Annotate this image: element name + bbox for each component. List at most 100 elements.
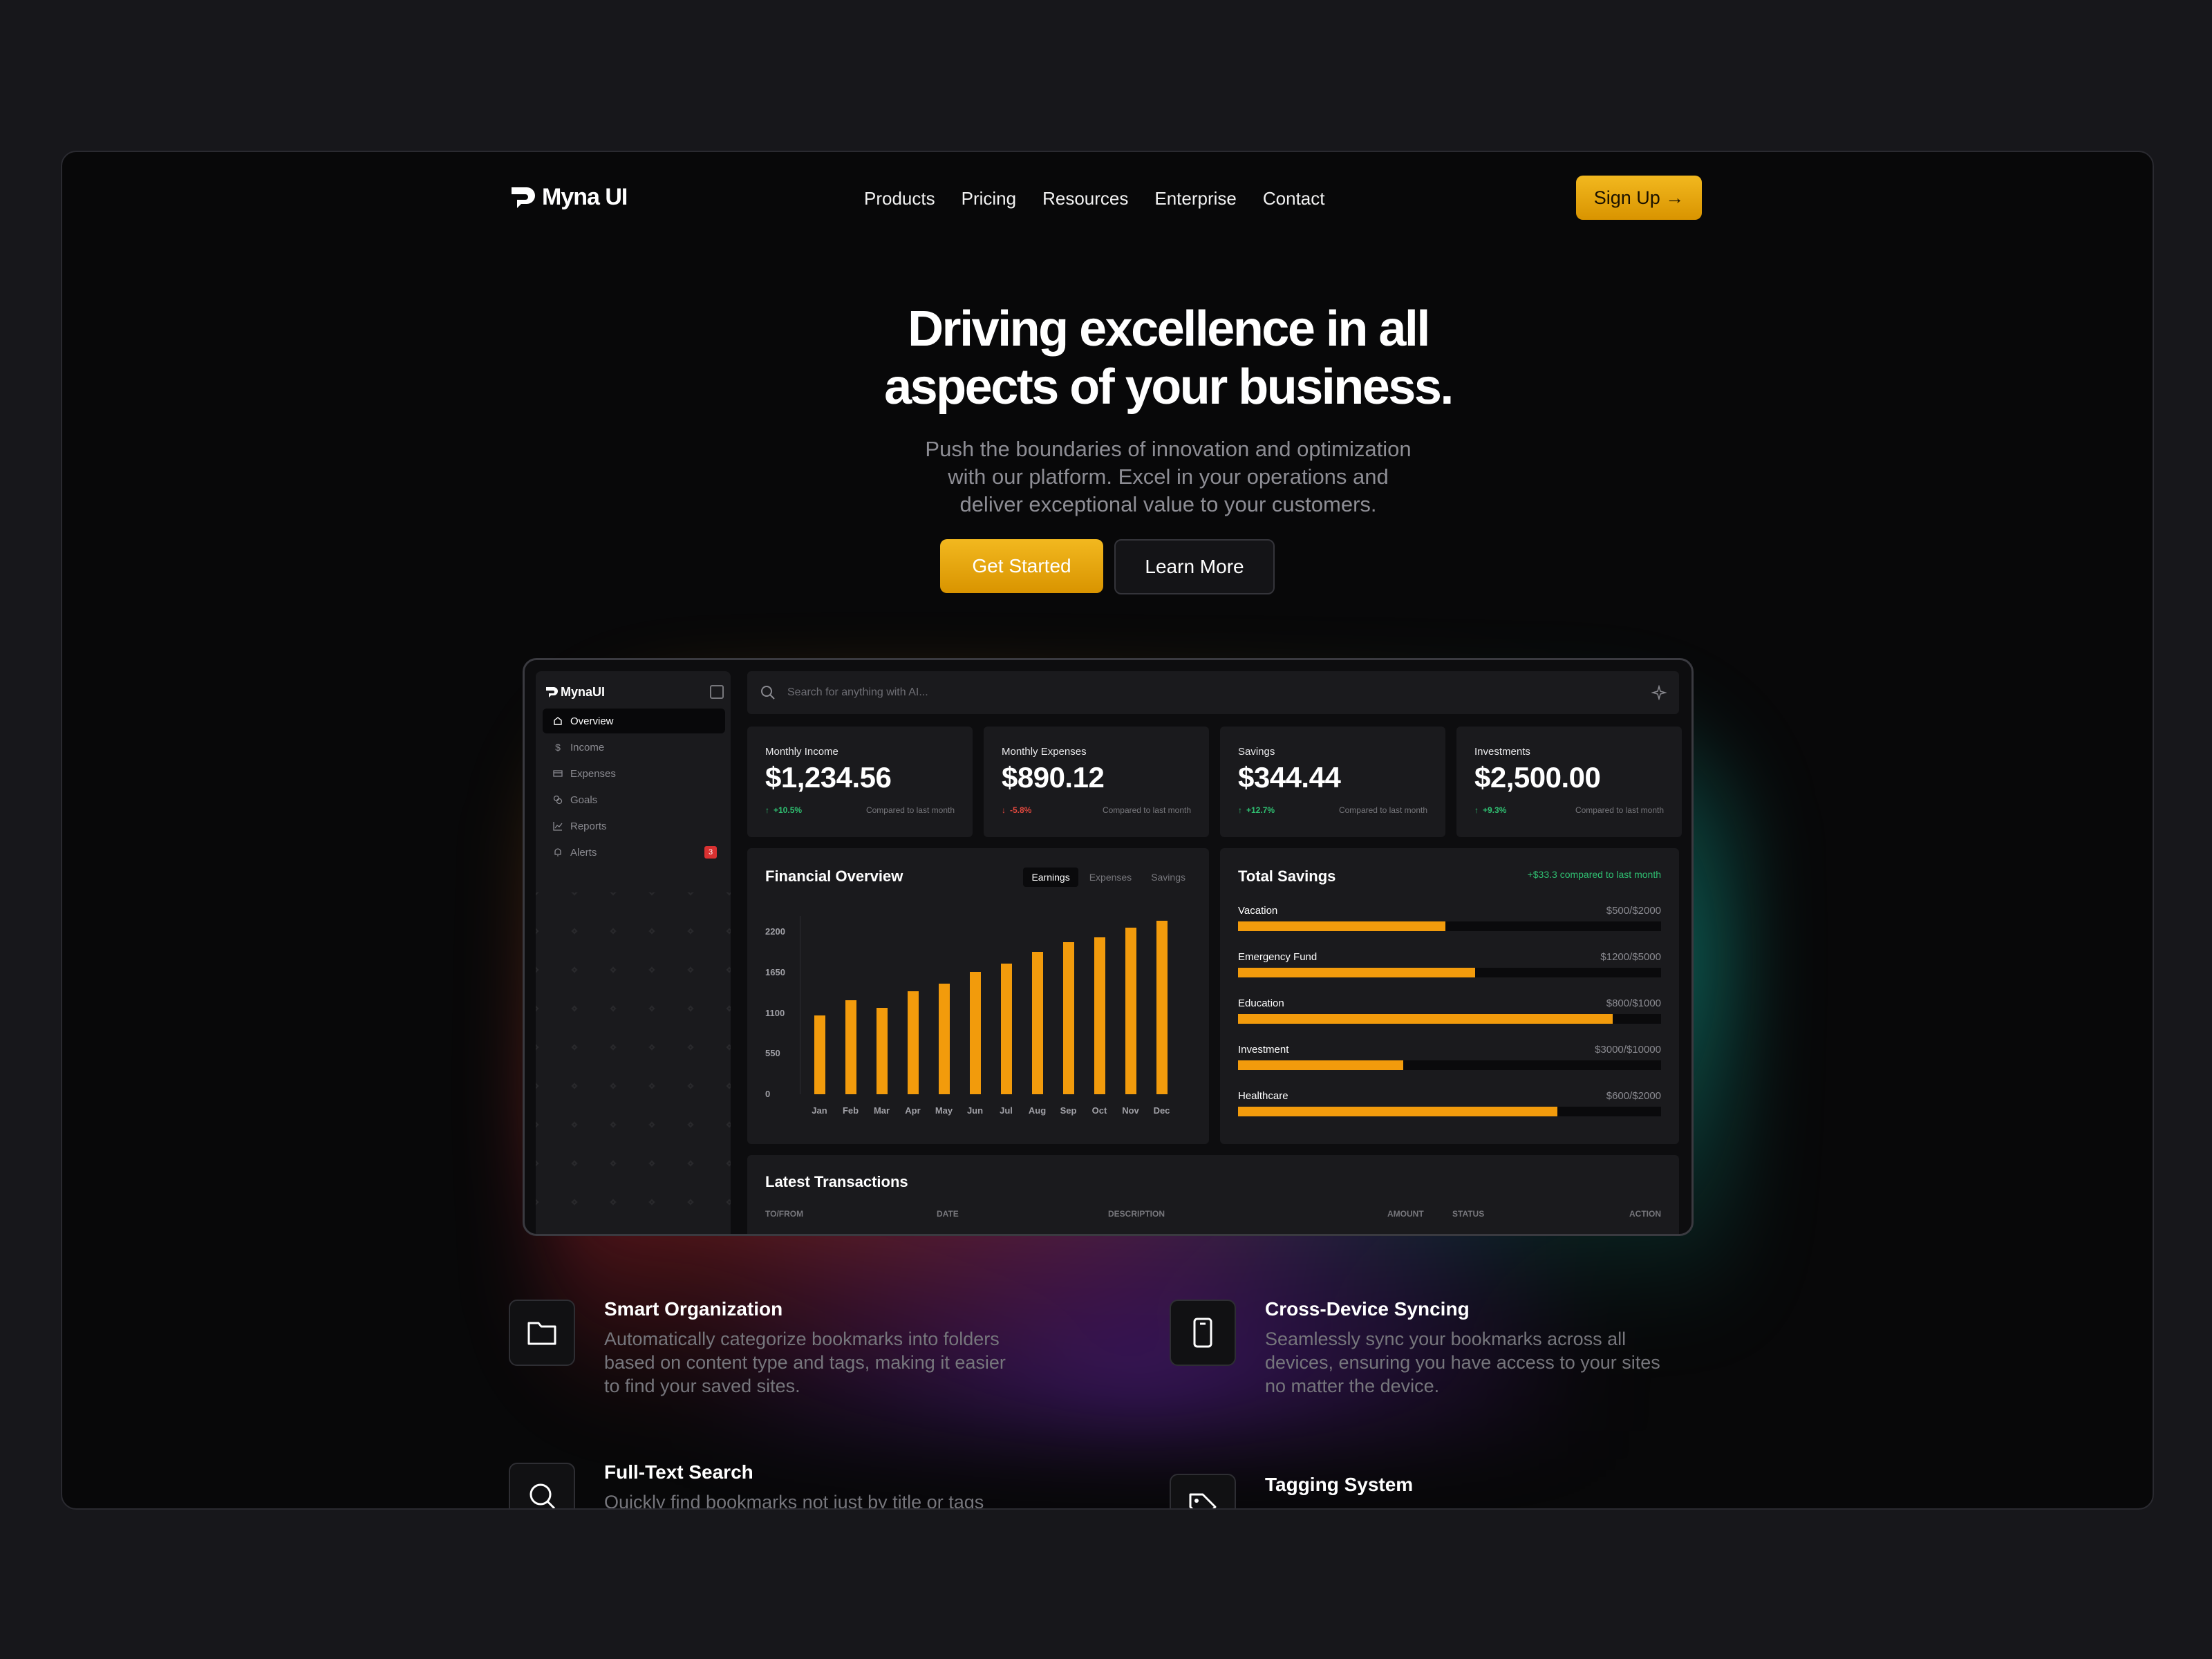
sidebar-item-label: Income [570,741,605,753]
hero-subtitle-line: with our platform. Excel in your operati… [948,465,1389,489]
savings-progress-fill [1238,968,1475,977]
stat-compare: Compared to last month [1338,805,1427,815]
stat-value: $2,500.00 [1474,761,1601,794]
bar-jul[interactable] [1000,964,1012,1094]
bar-sep[interactable] [1062,942,1074,1094]
hero-title-line: Driving excellence in all [908,301,1430,357]
savings-goal-amount: $600/$2000 [1606,1090,1661,1102]
sidebar-item-reports[interactable]: Reports [543,814,725,838]
y-tick-label: 2200 [765,926,785,937]
feature-title: Full-Text Search [604,1461,753,1483]
stat-compare: Compared to last month [1102,805,1191,815]
savings-progress-fill [1238,1060,1403,1070]
arrow-up-icon: ↑ [765,805,769,815]
bar-jan[interactable] [814,1015,825,1094]
stat-label: Savings [1238,746,1275,758]
ai-search-bar[interactable]: Search for anything with AI... [747,671,1679,714]
nav-contact[interactable]: Contact [1263,188,1325,209]
financial-overview-panel: Financial Overview Earnings Expenses Sav… [747,848,1209,1144]
stat-card-monthly-expenses: Monthly Expenses $890.12 ↓ -5.8% Compared… [984,727,1209,837]
phone-icon [1170,1300,1236,1366]
main-nav: Products Pricing Resources Enterprise Co… [864,188,1324,209]
stat-label: Monthly Expenses [1002,746,1087,758]
sidebar-item-overview[interactable]: Overview [543,709,725,733]
savings-goal-amount: $500/$2000 [1606,905,1661,917]
sidebar-item-goals[interactable]: Goals [543,787,725,812]
bar-dec[interactable] [1156,921,1168,1094]
nav-pricing[interactable]: Pricing [962,188,1016,209]
sidebar-item-expenses[interactable]: Expenses [543,761,725,786]
x-tick-label: Sep [1060,1105,1077,1116]
x-tick-label: Jan [812,1105,827,1116]
dashboard-brand-name: MynaUI [561,685,606,699]
dashboard-logo[interactable]: MynaUI [545,685,605,700]
bar-may[interactable] [938,984,950,1094]
card-icon [552,768,563,779]
tab-expenses[interactable]: Expenses [1081,868,1140,887]
sidebar-item-label: Overview [570,715,614,727]
stat-change: ↑ +9.3% [1474,805,1506,815]
bar-nov[interactable] [1125,928,1136,1094]
feature-description-line: based on content type and tags, making i… [604,1352,1006,1373]
sidebar-pattern [536,892,731,1234]
column-header-description: DESCRIPTION [1108,1209,1165,1219]
sidebar-item-label: Goals [570,794,598,806]
sidebar-toggle-icon[interactable] [710,685,724,699]
feature-description: Automatically categorize bookmarks into … [604,1327,1053,1398]
stat-label: Monthly Income [765,746,838,758]
stat-label: Investments [1474,746,1530,758]
search-icon [761,686,775,700]
tab-earnings[interactable]: Earnings [1023,868,1078,887]
brand-logo[interactable]: Myna UI [510,184,628,211]
bar-oct[interactable] [1094,937,1105,1094]
sparkle-icon[interactable] [1651,685,1667,700]
sidebar-item-label: Reports [570,820,607,832]
goal-icon [552,794,563,805]
sidebar-item-alerts[interactable]: Alerts 3 [543,840,725,865]
savings-progress-track [1238,1060,1661,1070]
stat-change-value: +10.5% [774,805,803,815]
x-tick-label: Jun [966,1105,984,1116]
nav-resources[interactable]: Resources [1042,188,1128,209]
alerts-count-badge: 3 [704,846,717,859]
latest-transactions-title: Latest Transactions [765,1173,908,1190]
learn-more-button[interactable]: Learn More [1114,539,1275,594]
sign-up-button[interactable]: Sign Up → [1576,176,1702,220]
dollar-icon: $ [555,742,561,753]
nav-enterprise[interactable]: Enterprise [1154,188,1237,209]
savings-progress-track [1238,1014,1661,1024]
x-tick-label: Aug [1028,1105,1047,1116]
savings-goal-row: Healthcare $600/$2000 [1238,1090,1661,1102]
feature-description-line: no matter the device. [1265,1376,1440,1396]
y-tick-label: 1100 [765,1007,785,1018]
get-started-button[interactable]: Get Started [940,539,1103,593]
bar-apr[interactable] [907,991,919,1094]
x-tick-label: Feb [842,1105,859,1116]
bell-icon [552,847,563,858]
bar-jun[interactable] [969,972,981,1094]
feature-description-line: Quickly find bookmarks not just by title… [604,1492,984,1510]
savings-goal-amount: $1200/$5000 [1600,951,1661,963]
sidebar-item-label: Expenses [570,767,616,780]
x-tick-label: Jul [1000,1105,1013,1116]
feature-description-line: devices, ensuring you have access to you… [1265,1352,1660,1373]
landing-page-frame: Myna UI Products Pricing Resources Enter… [61,151,2154,1510]
bar-feb[interactable] [845,1000,856,1094]
stat-compare: Compared to last month [865,805,955,815]
sidebar-item-income[interactable]: $ Income [543,735,725,760]
stat-value: $1,234.56 [765,761,892,794]
stat-value: $344.44 [1238,761,1341,794]
bar-aug[interactable] [1031,952,1043,1094]
stat-change-value: +9.3% [1483,805,1507,815]
stat-change: ↓ -5.8% [1002,805,1031,815]
hero-subtitle-line: Push the boundaries of innovation and op… [925,437,1412,461]
hero-title: Driving excellence in all aspects of you… [615,300,1721,416]
logo-mark-icon [512,187,535,208]
savings-goal-row: Investment $3000/$10000 [1238,1044,1661,1056]
tab-savings[interactable]: Savings [1143,868,1194,887]
savings-goal-row: Emergency Fund $1200/$5000 [1238,951,1661,963]
nav-products[interactable]: Products [864,188,935,209]
stat-card-investments: Investments $2,500.00 ↑ +9.3% Compared to… [1456,727,1682,837]
sidebar-item-label: Alerts [570,846,597,859]
bar-mar[interactable] [876,1008,888,1094]
